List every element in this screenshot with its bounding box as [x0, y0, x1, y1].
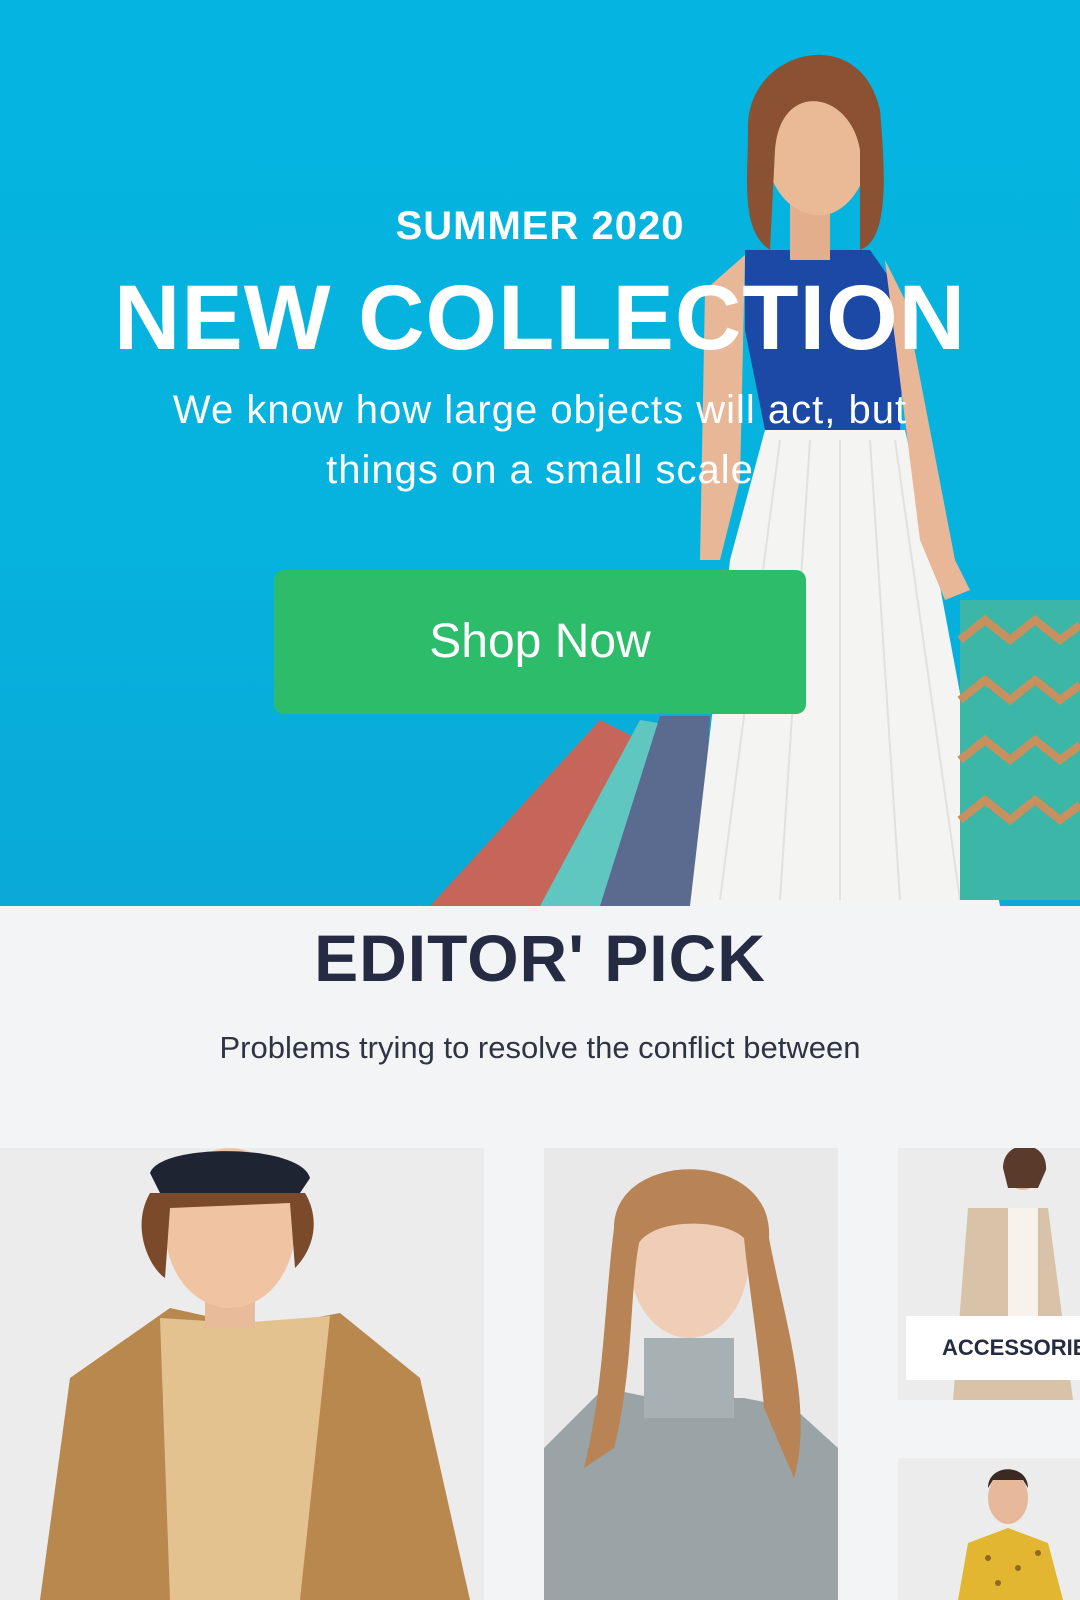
section-title: EDITOR' PICK	[314, 921, 766, 995]
category-card-men[interactable]	[0, 1148, 484, 1600]
category-card-women[interactable]	[544, 1148, 838, 1600]
shop-now-button[interactable]: Shop Now	[274, 570, 806, 714]
women-product-image	[544, 1148, 838, 1600]
hero-title: NEW COLLECTION	[113, 267, 967, 369]
men-product-image	[0, 1148, 484, 1600]
category-card-kids[interactable]	[898, 1458, 1080, 1600]
hero-eyebrow: SUMMER 2020	[395, 204, 685, 248]
category-card-accessories[interactable]: ACCESSORIES	[898, 1148, 1080, 1400]
hero-banner: SUMMER 2020 NEW COLLECTION We know how l…	[0, 0, 1080, 906]
accessories-label: ACCESSORIES	[906, 1316, 1080, 1380]
section-subtitle: Problems trying to resolve the conflict …	[219, 1030, 861, 1065]
hero-subtitle: We know how large objects will act, but …	[172, 388, 908, 492]
kids-product-image	[898, 1458, 1080, 1600]
